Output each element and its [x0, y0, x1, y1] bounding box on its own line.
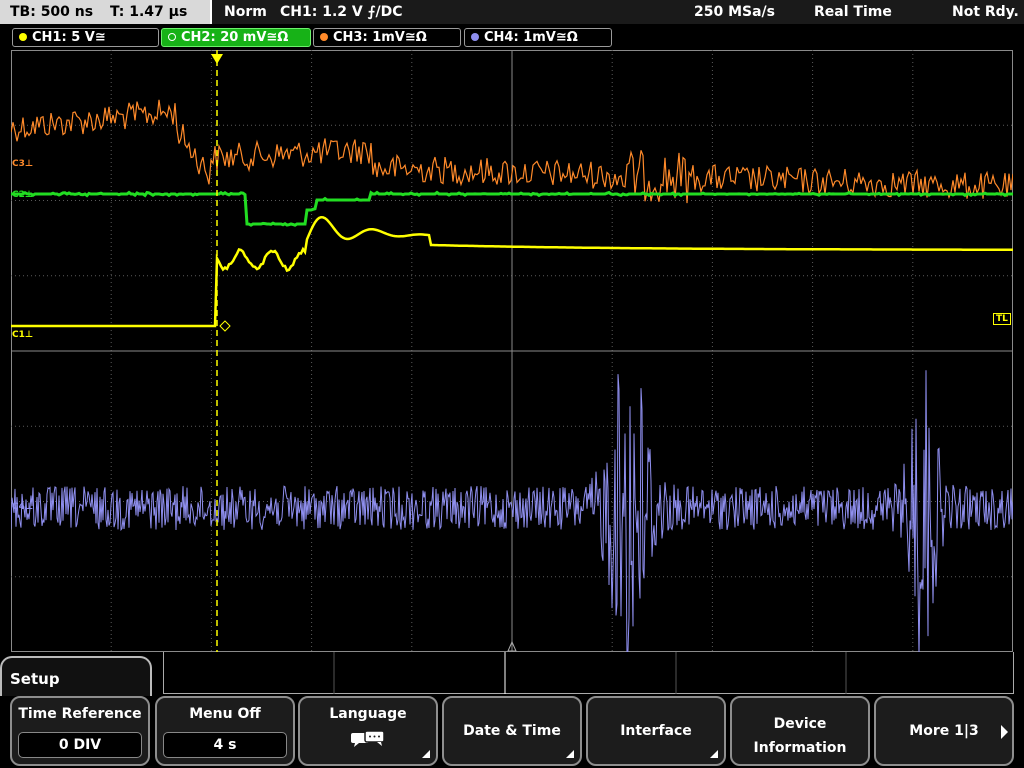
- channel-tab-ch4[interactable]: CH4: 1mV≅Ω: [464, 28, 612, 47]
- device-information-label: Device Information: [732, 712, 868, 760]
- timebase-box[interactable]: TB: 500 ns T: 1.47 µs: [0, 0, 212, 24]
- date-time-label: Date & Time: [463, 723, 561, 739]
- device-information-button[interactable]: Device Information: [730, 696, 870, 766]
- graticule: [11, 50, 1013, 652]
- ch4-offset-marker[interactable]: C4⊥: [12, 502, 33, 512]
- zoom-strip-lines: [333, 652, 847, 694]
- language-button[interactable]: Language: [298, 696, 438, 766]
- ch1-offset-marker[interactable]: C1⊥: [12, 330, 33, 340]
- ch3-label: CH3: 1mV≅Ω: [333, 30, 427, 45]
- ch2-label: CH2: 20 mV≅Ω: [181, 30, 289, 45]
- menu-off-label: Menu Off: [189, 706, 261, 722]
- setup-menu-tab[interactable]: Setup: [0, 656, 152, 696]
- top-status-bar: TB: 500 ns T: 1.47 µs Norm CH1: 1.2 V ⨍/…: [0, 0, 1024, 24]
- ch1-color-dot: [19, 32, 27, 41]
- ch3-offset-marker[interactable]: C3⊥: [12, 159, 33, 169]
- trigger-mode[interactable]: Norm: [224, 0, 267, 24]
- device-information-line2: Information: [753, 740, 847, 756]
- trigger-status: Not Rdy.: [952, 4, 1019, 20]
- time-reference-label: Time Reference: [18, 706, 142, 722]
- zoom-strip: [163, 652, 1014, 694]
- channel-tab-ch1[interactable]: CH1: 5 V≅: [12, 28, 159, 47]
- waveform-canvas: [11, 50, 1013, 652]
- timebase-value: TB: 500 ns: [10, 4, 94, 20]
- more-label: More 1|3: [909, 723, 979, 739]
- ch2-color-dot: [168, 32, 176, 41]
- channel-tab-ch3[interactable]: CH3: 1mV≅Ω: [313, 28, 461, 47]
- menu-off-button[interactable]: Menu Off 4 s: [155, 696, 295, 766]
- trigger-point-marker: [219, 320, 231, 332]
- time-reference-value[interactable]: 0 DIV: [18, 732, 142, 758]
- trigger-info[interactable]: CH1: 1.2 V ⨍/DC: [280, 0, 402, 24]
- sample-rate: 250 MSa/s: [694, 4, 776, 20]
- next-page-icon: [1001, 725, 1008, 739]
- menu-off-value[interactable]: 4 s: [163, 732, 287, 758]
- ch2-offset-marker[interactable]: C2⊥: [12, 190, 33, 200]
- channel-tab-ch2[interactable]: CH2: 20 mV≅Ω: [161, 28, 311, 47]
- submenu-indicator-icon: [422, 750, 430, 758]
- submenu-indicator-icon: [566, 750, 574, 758]
- device-information-line1: Device: [773, 716, 827, 732]
- ch4-label: CH4: 1mV≅Ω: [484, 30, 578, 45]
- ch4-color-dot: [471, 32, 479, 41]
- interface-label: Interface: [620, 723, 692, 739]
- interface-button[interactable]: Interface: [586, 696, 726, 766]
- language-label: Language: [329, 706, 407, 722]
- acquisition-mode: Real Time: [814, 4, 892, 20]
- waveform-display[interactable]: [11, 50, 1013, 652]
- trigger-position-marker: [211, 54, 223, 64]
- trigger-time-value: T: 1.47 µs: [109, 4, 188, 20]
- more-button[interactable]: More 1|3: [874, 696, 1014, 766]
- date-time-button[interactable]: Date & Time: [442, 696, 582, 766]
- trigger-level-marker[interactable]: TL: [993, 313, 1011, 325]
- submenu-indicator-icon: [710, 750, 718, 758]
- ch1-label: CH1: 5 V≅: [32, 30, 106, 45]
- speech-bubbles-icon: [351, 730, 385, 747]
- time-reference-button[interactable]: Time Reference 0 DIV: [10, 696, 150, 766]
- ch3-color-dot: [320, 32, 328, 41]
- setup-menu-title: Setup: [10, 670, 60, 688]
